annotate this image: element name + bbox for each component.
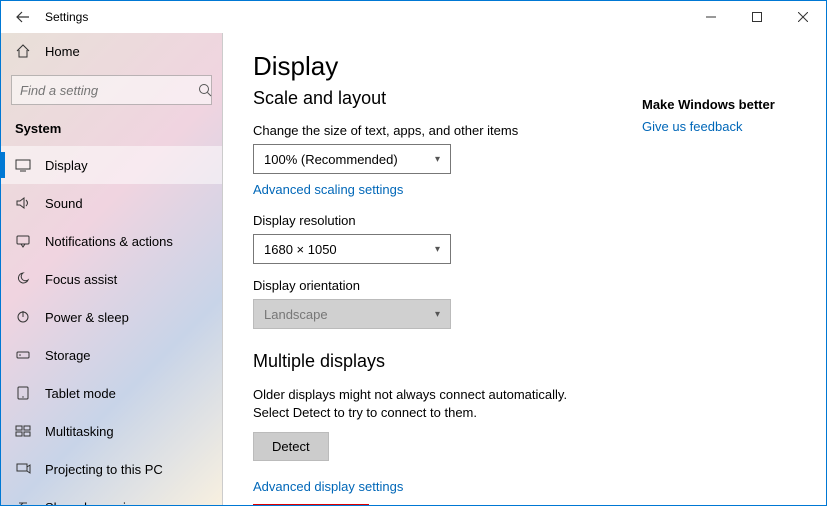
search-input[interactable] <box>20 83 198 98</box>
resolution-dropdown[interactable]: 1680 × 1050 ▾ <box>253 234 451 264</box>
resolution-value: 1680 × 1050 <box>264 242 337 257</box>
close-button[interactable] <box>780 1 826 33</box>
nav-item-projecting[interactable]: Projecting to this PC <box>1 450 222 488</box>
nav-item-power-sleep[interactable]: Power & sleep <box>1 298 222 336</box>
home-icon <box>15 43 31 59</box>
highlight-annotation: Graphics settings <box>253 504 369 505</box>
nav-item-focus-assist[interactable]: Focus assist <box>1 260 222 298</box>
nav-item-label: Sound <box>45 196 83 211</box>
minimize-icon <box>706 12 716 22</box>
nav-item-display[interactable]: Display <box>1 146 222 184</box>
focus-assist-icon <box>15 271 31 287</box>
nav-item-label: Storage <box>45 348 91 363</box>
back-arrow-icon <box>16 10 30 24</box>
multiple-displays-description: Older displays might not always connect … <box>253 386 593 422</box>
minimize-button[interactable] <box>688 1 734 33</box>
scale-value: 100% (Recommended) <box>264 152 398 167</box>
chevron-down-icon: ▾ <box>435 309 440 320</box>
nav-item-label: Focus assist <box>45 272 117 287</box>
power-icon <box>15 309 31 325</box>
nav-item-label: Display <box>45 158 88 173</box>
advanced-display-link[interactable]: Advanced display settings <box>253 479 403 494</box>
right-heading: Make Windows better <box>642 97 802 112</box>
shared-icon <box>15 499 31 505</box>
scale-dropdown[interactable]: 100% (Recommended) ▾ <box>253 144 451 174</box>
home-label: Home <box>45 44 80 59</box>
nav-item-label: Notifications & actions <box>45 234 173 249</box>
sidebar: Home System Display Sound Notifications … <box>1 33 223 505</box>
search-icon <box>198 83 212 97</box>
nav-item-multitasking[interactable]: Multitasking <box>1 412 222 450</box>
close-icon <box>798 12 808 22</box>
section-multiple-displays: Multiple displays <box>253 351 796 372</box>
nav-item-sound[interactable]: Sound <box>1 184 222 222</box>
nav-item-label: Shared experiences <box>45 500 161 506</box>
window-title: Settings <box>45 10 88 24</box>
nav-item-notifications[interactable]: Notifications & actions <box>1 222 222 260</box>
home-button[interactable]: Home <box>1 33 222 69</box>
advanced-scaling-link[interactable]: Advanced scaling settings <box>253 182 403 197</box>
nav-item-label: Power & sleep <box>45 310 129 325</box>
page-title: Display <box>253 51 796 82</box>
nav-item-label: Projecting to this PC <box>45 462 163 477</box>
display-icon <box>15 157 31 173</box>
back-button[interactable] <box>9 10 37 24</box>
projecting-icon <box>15 461 31 477</box>
section-label: System <box>1 115 222 146</box>
nav-item-label: Multitasking <box>45 424 114 439</box>
chevron-down-icon: ▾ <box>435 244 440 255</box>
storage-icon <box>15 347 31 363</box>
chevron-down-icon: ▾ <box>435 154 440 165</box>
nav-item-tablet-mode[interactable]: Tablet mode <box>1 374 222 412</box>
orientation-dropdown: Landscape ▾ <box>253 299 451 329</box>
tablet-icon <box>15 385 31 401</box>
notifications-icon <box>15 233 31 249</box>
orientation-value: Landscape <box>264 307 328 322</box>
multitasking-icon <box>15 423 31 439</box>
search-box[interactable] <box>11 75 212 105</box>
maximize-button[interactable] <box>734 1 780 33</box>
maximize-icon <box>752 12 762 22</box>
nav-item-storage[interactable]: Storage <box>1 336 222 374</box>
orientation-label: Display orientation <box>253 278 796 293</box>
nav-item-label: Tablet mode <box>45 386 116 401</box>
sound-icon <box>15 195 31 211</box>
nav-item-shared-experiences[interactable]: Shared experiences <box>1 488 222 505</box>
detect-button[interactable]: Detect <box>253 432 329 461</box>
right-column: Make Windows better Give us feedback <box>642 97 802 136</box>
feedback-link[interactable]: Give us feedback <box>642 119 742 134</box>
nav-list: Display Sound Notifications & actions Fo… <box>1 146 222 505</box>
main-content: Display Scale and layout Change the size… <box>223 33 826 505</box>
titlebar: Settings <box>1 1 826 33</box>
resolution-label: Display resolution <box>253 213 796 228</box>
